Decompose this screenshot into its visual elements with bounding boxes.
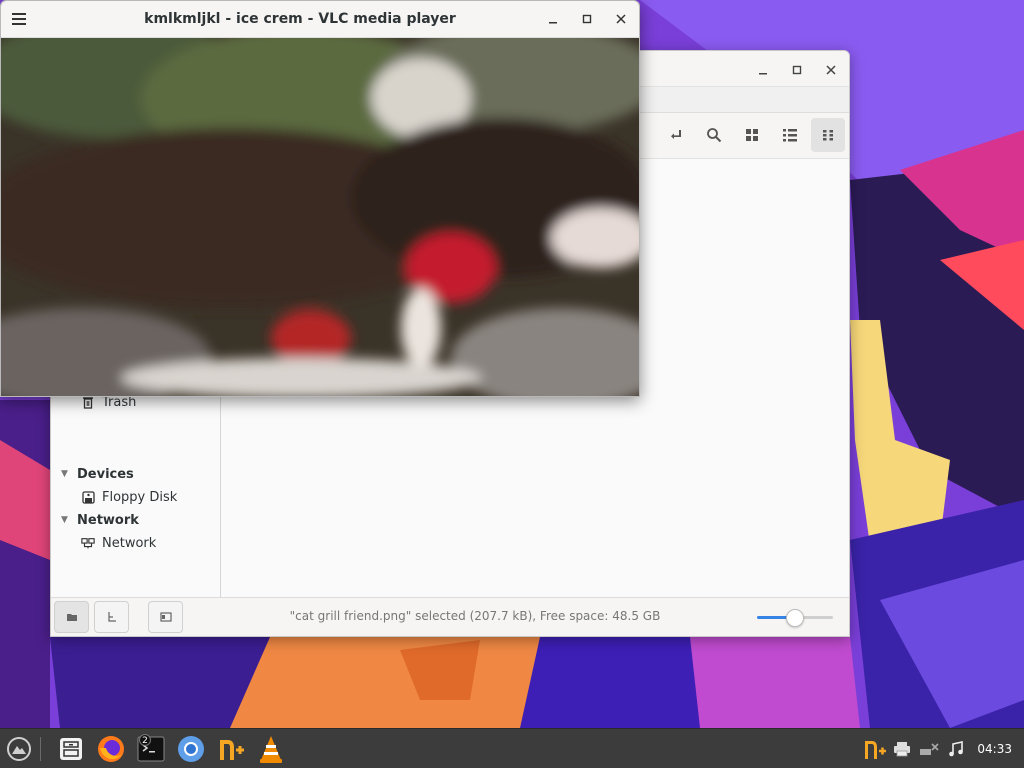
- collapse-arrow-icon: ▼: [61, 469, 68, 479]
- taskbar-separator: [40, 737, 41, 761]
- vlc-icon[interactable]: [253, 732, 289, 766]
- sidebar-header-label: Devices: [77, 466, 134, 482]
- trash-icon: [81, 395, 95, 409]
- sidebar-item-label: Floppy Disk: [102, 489, 178, 505]
- vlc-titlebar[interactable]: kmlkmljkl - ice crem - VLC media player: [1, 1, 639, 38]
- list-view-icon[interactable]: [773, 118, 807, 152]
- chromium-icon[interactable]: [173, 732, 209, 766]
- open-location-icon[interactable]: [659, 118, 693, 152]
- show-tree-button[interactable]: [94, 601, 129, 633]
- icon-view-icon[interactable]: [735, 118, 769, 152]
- firefox-icon[interactable]: [93, 732, 129, 766]
- status-bar: "cat grill friend.png" selected (207.7 k…: [51, 597, 849, 636]
- search-icon[interactable]: [697, 118, 731, 152]
- maximize-icon[interactable]: [785, 59, 809, 81]
- collapse-arrow-icon: ▼: [61, 515, 68, 525]
- taskbar: 2 04:33: [0, 728, 1024, 768]
- clock[interactable]: 04:33: [977, 742, 1012, 756]
- notes-app-icon[interactable]: [213, 732, 249, 766]
- minimize-icon[interactable]: [541, 8, 565, 30]
- maximize-icon[interactable]: [575, 8, 599, 30]
- system-tray: 04:33: [863, 729, 1024, 768]
- terminal-icon[interactable]: 2: [133, 732, 169, 766]
- status-text: "cat grill friend.png" selected (207.7 k…: [289, 609, 661, 623]
- update-notifier-icon[interactable]: [863, 737, 887, 761]
- sidebar-item-network[interactable]: Network: [51, 532, 221, 554]
- close-icon[interactable]: [609, 8, 633, 30]
- sidebar-icon: [159, 612, 172, 622]
- floppy-disk-icon: [81, 490, 95, 504]
- printer-icon[interactable]: [890, 737, 914, 761]
- sidebar-header-network[interactable]: ▼ Network: [51, 509, 221, 531]
- sidebar-item-label: Network: [102, 535, 157, 551]
- sidebar-header-devices[interactable]: ▼ Devices: [51, 463, 221, 485]
- folder-icon: [66, 614, 77, 621]
- sidebar-header-label: Network: [77, 512, 139, 528]
- show-places-button[interactable]: [54, 601, 89, 633]
- zoom-slider[interactable]: [757, 609, 833, 627]
- toggle-sidebar-button[interactable]: [148, 601, 183, 633]
- hamburger-menu-icon[interactable]: [7, 8, 31, 30]
- network-disconnected-icon[interactable]: [917, 737, 941, 761]
- tree-icon: [107, 612, 116, 622]
- file-manager-icon[interactable]: [53, 732, 89, 766]
- window-title: kmlkmljkl - ice crem - VLC media player: [144, 11, 456, 27]
- compact-view-icon[interactable]: [811, 118, 845, 152]
- terminal-badge: 2: [139, 734, 151, 746]
- minimize-icon[interactable]: [751, 59, 775, 81]
- zoom-handle[interactable]: [786, 609, 804, 627]
- close-icon[interactable]: [819, 59, 843, 81]
- sidebar-item-floppy-disk[interactable]: Floppy Disk: [51, 486, 221, 508]
- network-icon: [81, 536, 95, 550]
- video-frame[interactable]: [1, 38, 639, 396]
- vlc-window: kmlkmljkl - ice crem - VLC media player: [0, 0, 640, 397]
- app-menu-icon[interactable]: [1, 732, 37, 766]
- media-icon[interactable]: [944, 737, 968, 761]
